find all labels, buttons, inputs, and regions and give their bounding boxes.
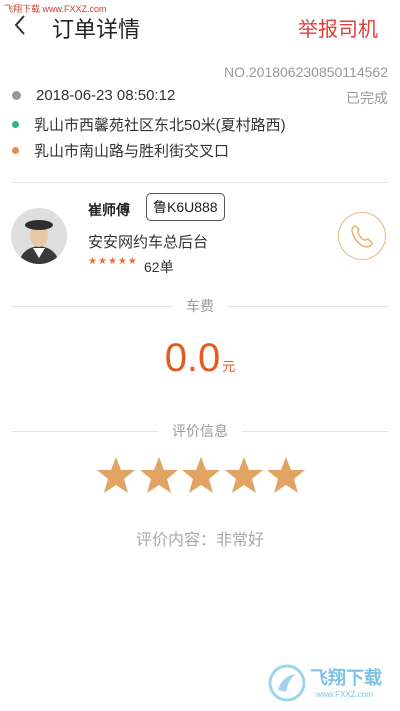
rating-section-header: 评价信息 (12, 421, 388, 441)
end-dot-icon (12, 147, 19, 154)
license-plate: 鲁K6U888 (146, 193, 225, 221)
driver-order-count: 62单 (144, 259, 174, 275)
order-number: NO.20180623085011456​2 (223, 64, 388, 80)
star-icon: ★ (97, 256, 107, 267)
driver-rating-stars: ★ ★ ★ ★ ★ (88, 257, 138, 267)
start-location: 乳山市西馨苑社区东北50米(夏村路西) (34, 117, 286, 134)
star-icon: ★ (107, 256, 117, 267)
header: 订单详情 举报司机 (0, 0, 400, 52)
order-time-row: 2018-06-23 08:50:12 (12, 87, 175, 104)
star-icon: ★ (88, 256, 97, 267)
order-status: 已完成 (346, 90, 388, 106)
phone-icon (351, 225, 373, 248)
order-time: 2018-06-23 08:50:12 (36, 87, 176, 104)
fare-section-label: 车费 (186, 298, 214, 314)
start-dot-icon (12, 121, 19, 128)
end-location: 乳山市南山路与胜利街交叉口 (34, 143, 230, 160)
star-icon (182, 457, 220, 493)
driver-company: 安安网约车总后台 (88, 234, 209, 251)
end-location-row: 乳山市南山路与胜利街交叉口 (12, 140, 229, 161)
divider (12, 182, 388, 183)
watermark-logo-icon (268, 664, 306, 702)
watermark-url: www.FXXZ.com (316, 690, 373, 699)
watermark-text: 飞翔下载 (310, 668, 382, 688)
start-location-row: 乳山市西馨苑社区东北50米(夏村路西) (12, 114, 286, 135)
star-icon (139, 457, 178, 493)
fare-section-header: 车费 (12, 296, 388, 316)
star-icon: ★ (117, 256, 127, 267)
fare-value: 0.0 (164, 336, 221, 380)
star-icon (224, 457, 263, 493)
fare-amount: 0.0 元 (0, 336, 400, 381)
star-icon: ★ (127, 256, 137, 267)
fare-unit: 元 (222, 359, 236, 374)
report-driver-button[interactable]: 举报司机 (298, 13, 378, 42)
page-title: 订单详情 (52, 17, 141, 42)
rating-stars (96, 455, 306, 497)
clock-icon (12, 91, 21, 100)
phone-call-button[interactable] (338, 212, 386, 260)
star-icon (97, 457, 135, 493)
rating-section-label: 评价信息 (172, 423, 228, 439)
driver-avatar (11, 208, 67, 264)
rating-comment: 评价内容：非常好 (135, 532, 264, 549)
driver-name: 崔师傅 (88, 202, 130, 218)
back-icon[interactable] (10, 10, 34, 40)
star-icon (267, 457, 305, 493)
